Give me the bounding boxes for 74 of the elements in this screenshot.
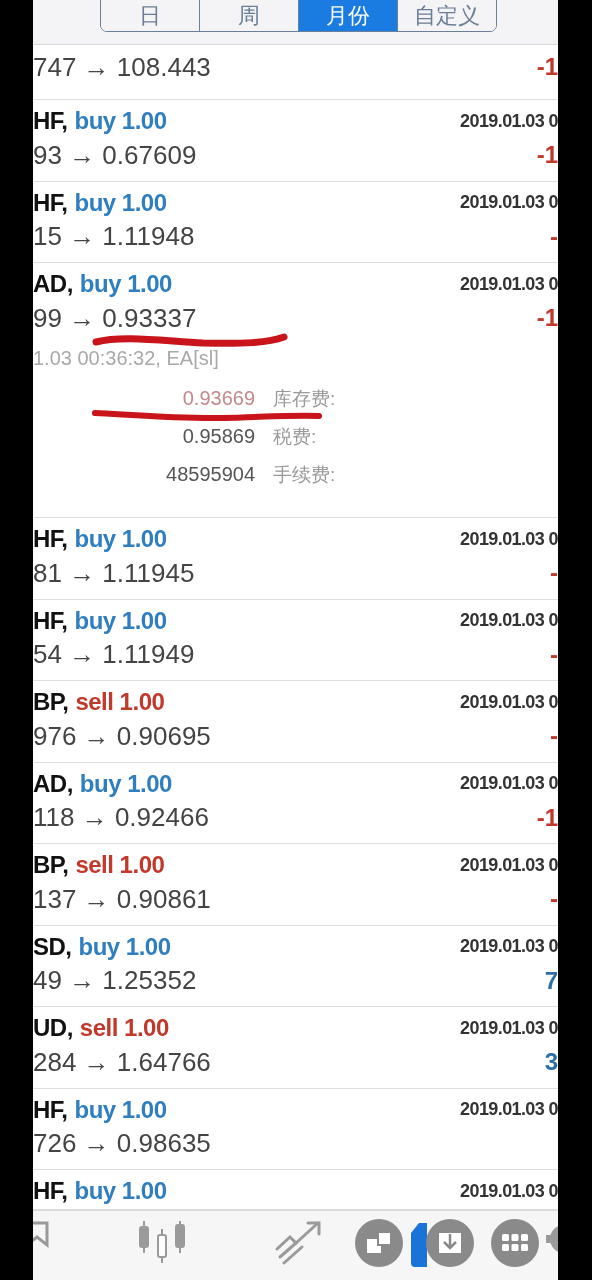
detail-label: 税费: <box>273 425 317 449</box>
symbol-text: BP, <box>33 688 69 716</box>
symbol-text: SD, <box>33 932 72 961</box>
trade-time: 2019.01.03 0 <box>460 1099 558 1120</box>
symbol-text: HF, <box>33 606 68 635</box>
trade-time: 2019.01.03 0 <box>460 854 558 876</box>
symbol-text: HF, <box>33 1177 68 1205</box>
profit-value: -1 <box>536 803 558 832</box>
price-range: 54 → 1.11949 <box>33 639 195 670</box>
order-type-text: buy 1.00 <box>74 525 167 553</box>
translate-button[interactable] <box>355 1219 403 1267</box>
price-range: 81 → 1.11945 <box>33 557 195 589</box>
profit-value: 3 <box>544 1048 558 1076</box>
candlestick-icon[interactable] <box>138 1219 186 1265</box>
price-range: 99 → 0.93337 <box>33 302 197 334</box>
trade-time: 2019.01.03 0 <box>460 773 558 794</box>
price-range: 118 → 0.92466 <box>33 802 209 833</box>
detail-value: 0.93669 <box>181 387 255 410</box>
symbol-text: AD, <box>33 769 73 798</box>
order-type-text: sell 1.00 <box>75 851 165 879</box>
price-range: 726 → 0.98635 <box>33 1128 211 1159</box>
order-type-text: buy 1.00 <box>74 188 167 217</box>
symbol-text: HF, <box>33 1095 68 1124</box>
order-type-text: sell 1.00 <box>79 1014 169 1042</box>
detail-label: 库存费: <box>273 387 336 411</box>
trade-time: 2019.01.03 0 <box>460 273 558 295</box>
profit-value: - <box>550 640 558 669</box>
profit-value: -1 <box>536 53 558 81</box>
profit-value: - <box>550 559 558 587</box>
price-range: 93 → 0.67609 <box>33 139 197 171</box>
price-range: 15 → 1.11948 <box>33 221 195 252</box>
trade-time: 2019.01.03 0 <box>460 1180 558 1202</box>
period-tab[interactable]: 月份 <box>298 0 397 31</box>
order-type-text: buy 1.00 <box>74 1095 167 1124</box>
period-tab[interactable]: 自定义 <box>397 0 496 31</box>
order-type-text: buy 1.00 <box>74 1177 167 1205</box>
detail-value: 0.95869 <box>181 425 255 448</box>
symbol-text: BP, <box>33 851 69 879</box>
price-range: 747 → 108.443 <box>33 51 211 83</box>
profit-value: - <box>550 222 558 251</box>
order-type-text: buy 1.00 <box>79 270 172 298</box>
order-type-text: buy 1.00 <box>78 932 171 961</box>
trade-time: 2019.01.03 0 <box>460 691 558 713</box>
grid-button[interactable] <box>491 1219 539 1267</box>
price-range: 49 → 1.25352 <box>33 965 197 996</box>
symbol-text: HF, <box>33 188 68 217</box>
price-range: 976 → 0.90695 <box>33 720 211 752</box>
trade-time: 2019.01.03 0 <box>460 110 558 132</box>
symbol-text: HF, <box>33 107 68 135</box>
trend-chart-icon[interactable] <box>274 1219 324 1265</box>
detail-value: 48595904 <box>165 463 255 486</box>
symbol-text: AD, <box>33 270 73 298</box>
symbol-text: UD, <box>33 1014 73 1042</box>
bookmark-icon[interactable] <box>33 1219 51 1249</box>
price-range: 137 → 0.90861 <box>33 883 211 915</box>
profit-value: 7 <box>544 966 558 995</box>
trade-time: 2019.01.03 0 <box>460 1017 558 1039</box>
trade-time: 2019.01.03 0 <box>460 610 558 631</box>
trade-time: 2019.01.03 0 <box>460 936 558 957</box>
detail-label: 手续费: <box>273 463 336 487</box>
profit-value: - <box>550 722 558 750</box>
trade-time: 2019.01.03 0 <box>460 528 558 550</box>
order-type-text: buy 1.00 <box>74 107 167 135</box>
trade-comment: 1.03 00:36:32, EA[sl] <box>33 347 220 370</box>
profit-value: - <box>550 885 558 913</box>
order-type-text: buy 1.00 <box>79 769 172 798</box>
price-range: 284 → 1.64766 <box>33 1046 211 1078</box>
symbol-text: HF, <box>33 525 68 553</box>
order-type-text: buy 1.00 <box>74 606 167 635</box>
profit-value: -1 <box>536 304 558 332</box>
order-type-text: sell 1.00 <box>75 688 165 716</box>
download-button[interactable] <box>426 1219 474 1267</box>
profit-value: -1 <box>536 141 558 169</box>
trade-time: 2019.01.03 0 <box>460 192 558 213</box>
